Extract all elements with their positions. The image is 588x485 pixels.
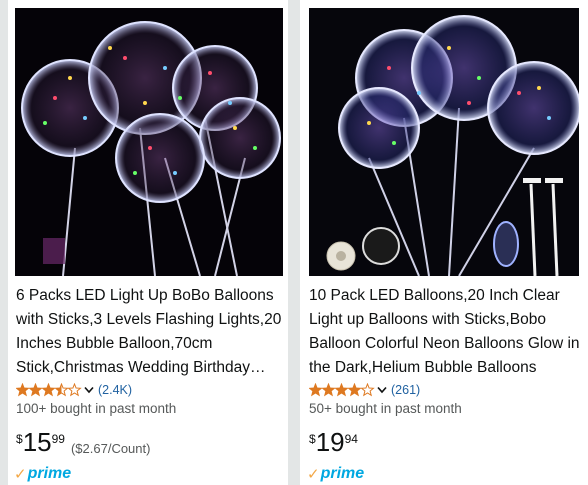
- prime-label: prime: [320, 465, 365, 482]
- led-balloons-kit-photo-icon: [309, 8, 579, 276]
- price-whole: 15: [22, 427, 52, 457]
- price[interactable]: $ 19 94: [309, 428, 358, 456]
- price-whole: 19: [315, 427, 345, 457]
- bought-text: 50+ bought in past month: [309, 401, 462, 416]
- price-fraction: 94: [344, 432, 358, 446]
- price[interactable]: $ 15 99 ($2.67/Count): [16, 428, 150, 456]
- star-rating-icon[interactable]: [309, 383, 375, 397]
- led-balloons-photo-icon: [15, 8, 283, 276]
- product-card[interactable]: 6 Packs LED Light Up BoBo Balloons with …: [8, 0, 288, 485]
- star-rating-icon[interactable]: [16, 383, 82, 397]
- price-symbol: $: [16, 432, 23, 446]
- unit-price: ($2.67/Count): [70, 441, 151, 456]
- prime-check-icon: ✓: [14, 466, 27, 483]
- product-card[interactable]: 10 Pack LED Balloons,20 Inch Clear Light…: [300, 0, 588, 485]
- rating[interactable]: (261): [309, 381, 420, 399]
- prime-badge: ✓ prime: [14, 465, 71, 483]
- prime-check-icon: ✓: [307, 466, 320, 483]
- product-image[interactable]: [309, 8, 579, 276]
- review-count-link[interactable]: (2.4K): [98, 383, 132, 397]
- price-symbol: $: [309, 432, 316, 446]
- product-title[interactable]: 10 Pack LED Balloons,20 Inch Clear Light…: [309, 284, 585, 378]
- rating[interactable]: (2.4K): [16, 381, 132, 399]
- chevron-down-icon[interactable]: [377, 381, 387, 399]
- product-image[interactable]: [15, 8, 283, 276]
- bought-text: 100+ bought in past month: [16, 401, 177, 416]
- product-title[interactable]: 6 Packs LED Light Up BoBo Balloons with …: [16, 284, 284, 378]
- chevron-down-icon[interactable]: [84, 381, 94, 399]
- review-count-link[interactable]: (261): [391, 383, 420, 397]
- price-fraction: 99: [51, 432, 65, 446]
- prime-label: prime: [27, 465, 72, 482]
- prime-badge: ✓ prime: [307, 465, 364, 483]
